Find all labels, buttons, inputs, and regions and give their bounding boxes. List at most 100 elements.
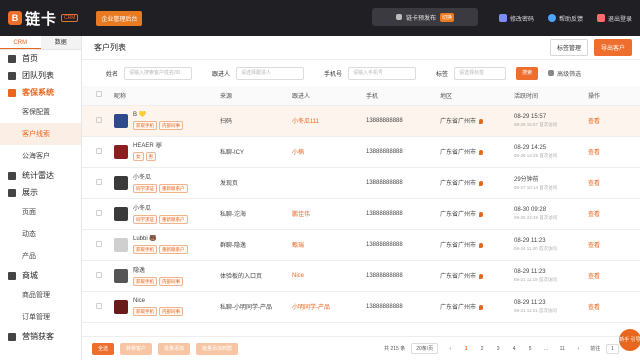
view-link[interactable]: 查看 bbox=[588, 243, 600, 249]
sidebar-item[interactable]: 客保系统 bbox=[0, 84, 81, 101]
change-password-button[interactable]: 修改密码 bbox=[498, 14, 534, 23]
row-checkbox[interactable] bbox=[96, 271, 102, 278]
goto-input[interactable]: 1 bbox=[606, 343, 619, 354]
sidebar-item[interactable]: 团队列表 bbox=[0, 67, 81, 84]
name-filter-label: 姓名 bbox=[106, 71, 119, 78]
follower-cell[interactable]: 甄瑞 bbox=[292, 229, 366, 261]
row-checkbox[interactable] bbox=[96, 116, 102, 123]
customer-name: 隐逸 bbox=[133, 268, 146, 274]
enterprise-badge: 企业管理后台 bbox=[96, 10, 143, 26]
sidebar-item[interactable]: 页面 bbox=[0, 201, 81, 223]
source-cell: 私聊-沱海 bbox=[220, 198, 292, 230]
table-row[interactable]: 小冬瓜 同学求证 重新联系户 私聊-沱海 鹏佳伟 13888888888 广东省广… bbox=[82, 198, 640, 230]
region-text: 广东省广州市 bbox=[440, 243, 477, 249]
page-number[interactable]: 5 bbox=[524, 346, 536, 352]
follower-cell[interactable]: 鹏佳伟 bbox=[292, 198, 366, 230]
view-link[interactable]: 查看 bbox=[588, 181, 600, 187]
guide-float-button[interactable]: 新手 引导 bbox=[619, 329, 640, 351]
follower-cell bbox=[292, 167, 366, 199]
sidebar: CRM 数据 首页 团队列表 客保系统 客保配置 客户线索 公海客户 统计雷达 展示 页面 动态产… bbox=[0, 36, 82, 360]
page-number[interactable]: … bbox=[540, 346, 552, 352]
table-row[interactable]: 隐逸 获取手机 内部同事 体验板的入口页 Nice 13888888888 广东省… bbox=[82, 260, 640, 292]
page-number[interactable]: 2 bbox=[476, 346, 488, 352]
menu-icon bbox=[8, 88, 16, 97]
select-all-checkbox[interactable] bbox=[96, 91, 102, 98]
page-number[interactable]: 1 bbox=[460, 346, 472, 352]
view-link[interactable]: 查看 bbox=[588, 305, 600, 311]
table-row[interactable]: 小冬瓜 同学求证 重新联系户 发现页 13888888888 广东省广州市 29分… bbox=[82, 167, 640, 199]
page-number[interactable]: 4 bbox=[508, 346, 520, 352]
customer-tag: 内部同事 bbox=[159, 121, 183, 130]
follower-cell[interactable]: Nice bbox=[292, 260, 366, 292]
region-text: 广东省广州市 bbox=[440, 212, 477, 218]
view-link[interactable]: 查看 bbox=[588, 212, 600, 218]
customer-tag: 重新联系户 bbox=[159, 184, 188, 193]
advanced-filter-button[interactable]: 高级筛选 bbox=[548, 69, 581, 78]
sidebar-item-label: 订单管理 bbox=[22, 314, 50, 321]
filter-bar: 姓名 请输入搜索客户姓名/ID 跟进人 请选择跟进人 手机号 请输入手机号 标签… bbox=[82, 60, 640, 86]
row-checkbox[interactable] bbox=[96, 178, 102, 185]
menu-icon bbox=[8, 271, 16, 280]
page-number[interactable]: ‹ bbox=[444, 346, 456, 352]
active-time: 08-29 11:23 bbox=[514, 268, 546, 275]
source-cell: 发现页 bbox=[220, 167, 292, 199]
customer-tag: 女 bbox=[133, 152, 144, 161]
follower-cell[interactable]: 小明同学-产品 bbox=[292, 291, 366, 323]
page-number[interactable]: 11 bbox=[556, 346, 568, 352]
table-row[interactable]: HEAER 🐺 女男 私聊-ICY 小楠 13888888888 广东省广州市 … bbox=[82, 136, 640, 168]
view-link[interactable]: 查看 bbox=[588, 150, 600, 156]
tag-list: 获取手机 内部同事 bbox=[133, 277, 183, 286]
sidebar-item[interactable]: 商城 bbox=[0, 267, 81, 284]
table-row[interactable]: Lubbi 🐻 获取手机 重新联系户 群聊-隐逸 甄瑞 13888888888 广… bbox=[82, 229, 640, 261]
search-button[interactable]: 搜索 bbox=[516, 66, 539, 80]
customer-tag: 内部同事 bbox=[159, 306, 183, 316]
sidebar-item[interactable]: 产品 bbox=[0, 245, 81, 267]
sidebar-item[interactable]: 首页 bbox=[0, 50, 81, 67]
name-search-input[interactable]: 请输入搜索客户姓名/ID bbox=[124, 66, 193, 80]
customer-tag: 内部同事 bbox=[159, 277, 183, 286]
sidebar-item[interactable]: 客户线索 bbox=[0, 123, 81, 145]
sidebar-item[interactable]: 动态 bbox=[0, 223, 81, 245]
follower-select[interactable]: 请选择跟进人 bbox=[236, 66, 305, 80]
time-cell: 08-29 11:23 08-24 11:40 首次访问 bbox=[514, 229, 588, 261]
view-link[interactable]: 查看 bbox=[588, 119, 600, 125]
row-checkbox[interactable] bbox=[96, 302, 102, 309]
view-link[interactable]: 查看 bbox=[588, 274, 600, 280]
help-button[interactable]: 帮助反馈 bbox=[547, 14, 583, 23]
tab-crm[interactable]: CRM bbox=[0, 36, 41, 49]
row-checkbox[interactable] bbox=[96, 240, 102, 247]
sidebar-item[interactable]: 统计雷达 bbox=[0, 167, 81, 184]
region-text: 广东省广州市 bbox=[440, 181, 477, 187]
page-number[interactable]: 3 bbox=[492, 346, 504, 352]
row-checkbox[interactable] bbox=[96, 209, 102, 216]
transfer-button[interactable]: 转移客户 bbox=[120, 342, 153, 355]
sidebar-item-label: 商品管理 bbox=[22, 292, 50, 299]
env-switcher[interactable]: 链卡预发布 切换 bbox=[372, 8, 478, 26]
time-cell: 08-30 09:28 08-26 22:49 首次访问 bbox=[514, 198, 588, 230]
batch-add-group-button[interactable]: 批量添加到群 bbox=[196, 342, 239, 355]
sidebar-item[interactable]: 商品管理 bbox=[0, 284, 81, 306]
table-row[interactable]: B 💛 获取手机 内部同事 扫码 小冬瓜111 13888888888 广东省广州… bbox=[82, 105, 640, 137]
region-text: 广东省广州市 bbox=[440, 305, 477, 311]
phone-input[interactable]: 请输入手机号 bbox=[348, 66, 417, 80]
tab-data[interactable]: 数据 bbox=[40, 36, 81, 49]
sidebar-item[interactable]: 订单管理 bbox=[0, 306, 81, 328]
row-checkbox[interactable] bbox=[96, 147, 102, 154]
tag-manage-button[interactable]: 标签管理 bbox=[549, 39, 588, 56]
sidebar-item[interactable]: 公海客户 bbox=[0, 145, 81, 167]
switch-tag[interactable]: 切换 bbox=[440, 12, 455, 22]
table-row[interactable]: Nice 获取手机 内部同事 私聊-小明同学-产品 小明同学-产品 1388888… bbox=[82, 291, 640, 323]
page-number[interactable]: › bbox=[572, 346, 584, 352]
select-all-button[interactable]: 全选 bbox=[92, 342, 115, 355]
sidebar-item[interactable]: 营销获客 bbox=[0, 328, 81, 345]
page-list: ‹ 1 2 3 4 5 … 11 › bbox=[444, 346, 584, 352]
export-button[interactable]: 导出客户 bbox=[593, 39, 632, 56]
sidebar-item[interactable]: 客保配置 bbox=[0, 101, 81, 123]
batch-add-button[interactable]: 批量添加 bbox=[158, 342, 191, 355]
logout-button[interactable]: 退出登录 bbox=[596, 14, 632, 23]
follower-cell[interactable]: 小楠 bbox=[292, 136, 366, 168]
tag-select[interactable]: 请选择标签 bbox=[454, 66, 507, 80]
page-size-select[interactable]: 20条/页 bbox=[411, 343, 439, 354]
sidebar-item[interactable]: 展示 bbox=[0, 184, 81, 201]
follower-cell[interactable]: 小冬瓜111 bbox=[292, 105, 366, 137]
